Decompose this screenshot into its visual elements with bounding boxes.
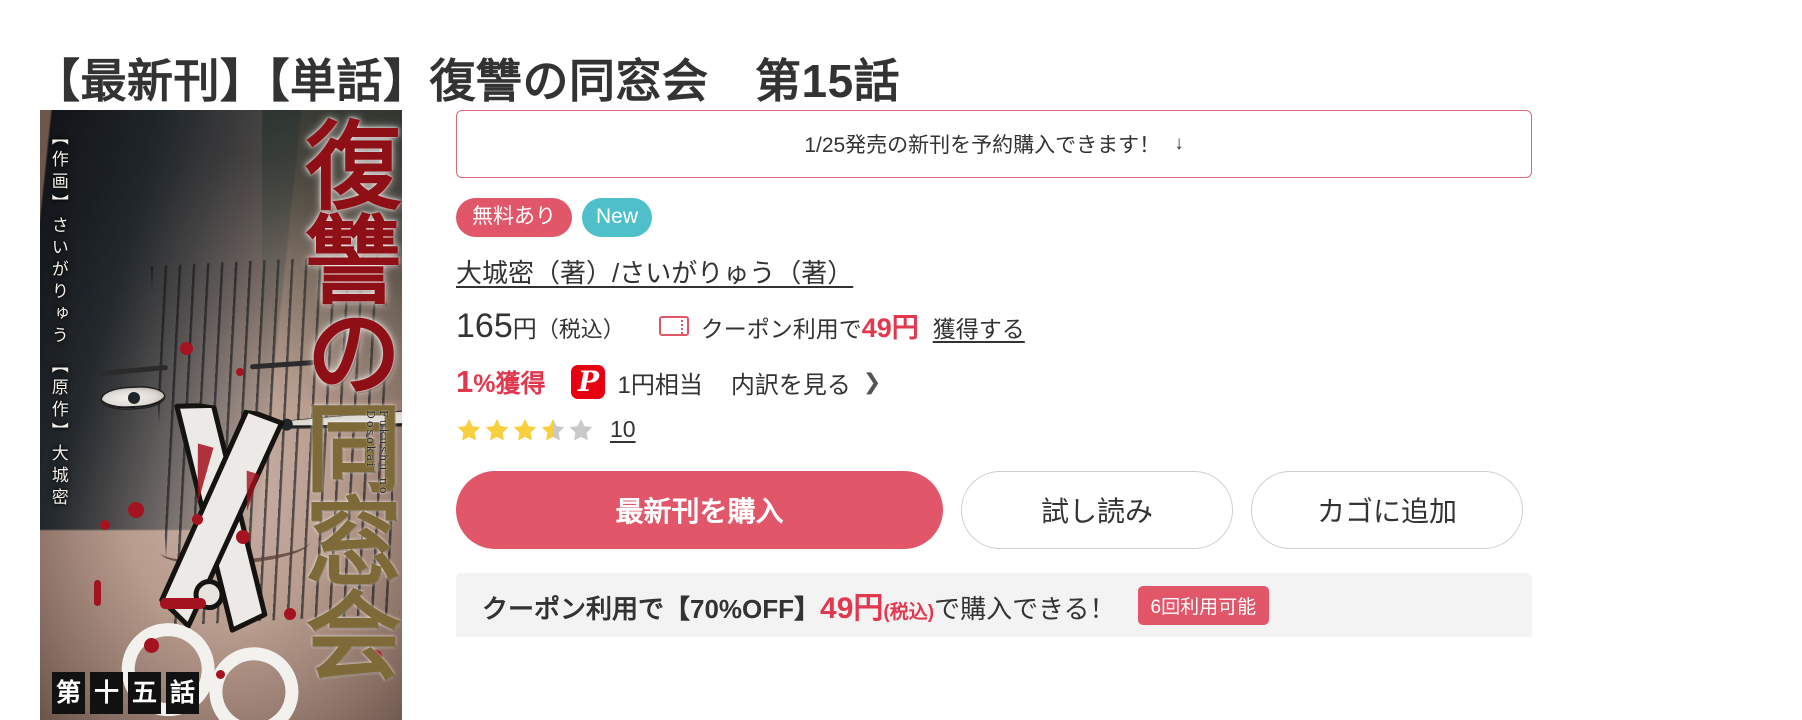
points-percent: 1%獲得 <box>456 364 546 399</box>
star-icon-full <box>513 418 537 441</box>
book-cover-image[interactable]: 復讐の同窓会 Fukushu no Dosokai 【原作】大城密 【作画】さい… <box>40 110 402 720</box>
page-title: 【最新刊】【単話】復讐の同窓会 第15話 <box>34 54 901 107</box>
cover-episode-char: 話 <box>166 672 199 714</box>
points-row: 1%獲得 1円相当 内訳を見る ❯ <box>456 364 1766 400</box>
cover-blood-dot <box>144 638 159 653</box>
cover-episode-char: 第 <box>52 672 85 714</box>
coupon-usage-badge: 6回利用可能 <box>1137 585 1270 625</box>
cover-title-text: 復讐の同窓会 <box>289 116 402 680</box>
points-breakdown-link[interactable]: 内訳を見る <box>731 365 851 400</box>
product-detail-page: 【最新刊】【単話】復讐の同窓会 第15話 復讐の同窓会 Fukushu no D… <box>0 0 1802 720</box>
star-rating <box>456 417 594 443</box>
cover-credit-art: 【作画】さいがりゅう <box>47 128 68 348</box>
cover-blood-smear <box>160 598 206 609</box>
rating-row[interactable]: 10 <box>456 416 1766 443</box>
badge-new: New <box>582 198 653 237</box>
cover-romaji-text: Fukushu no Dosokai <box>364 410 390 496</box>
price-row: 165円（税込） クーポン利用で 49円 獲得する <box>456 306 1766 346</box>
coupon-promo-banner[interactable]: クーポン利用で【70%OFF】49円(税込)で購入できる！ 6回利用可能 <box>456 573 1532 637</box>
cover-episode-char: 五 <box>128 672 161 714</box>
cover-blood-dot <box>100 520 110 530</box>
product-info-column: 1/25発売の新刊を予約購入できます！ ↓ 無料あり New 大城密（著）/さい… <box>456 110 1766 637</box>
chevron-right-icon: ❯ <box>862 369 882 394</box>
arrow-down-icon: ↓ <box>1174 133 1184 154</box>
coupon-price: 49円 <box>861 313 919 343</box>
preorder-notice-banner[interactable]: 1/25発売の新刊を予約購入できます！ ↓ <box>456 110 1532 178</box>
paypay-icon <box>571 364 606 399</box>
action-button-group: 最新刊を購入 試し読み カゴに追加 <box>456 471 1766 549</box>
badge-list: 無料あり New <box>456 198 1766 237</box>
preorder-notice-text: 1/25発売の新刊を予約購入できます！ <box>804 134 1161 157</box>
buy-latest-button[interactable]: 最新刊を購入 <box>456 471 943 549</box>
rating-count-link[interactable]: 10 <box>610 416 636 443</box>
price-amount: 165円（税込） <box>456 307 625 345</box>
cover-blood-drip <box>94 580 101 606</box>
cover-blood-dot <box>216 670 225 679</box>
star-icon-half <box>541 418 565 441</box>
star-icon-full <box>457 418 481 441</box>
trial-read-button[interactable]: 試し読み <box>961 471 1233 549</box>
cover-blood-dot <box>128 502 144 518</box>
coupon-ticket-icon <box>658 316 689 336</box>
authors-link[interactable]: 大城密（著）/さいがりゅう（著） <box>456 253 853 290</box>
add-to-cart-button[interactable]: カゴに追加 <box>1251 471 1523 549</box>
star-icon-empty <box>569 418 593 441</box>
coupon-label: クーポン利用で <box>700 316 862 342</box>
points-equivalent: 1円相当 <box>617 371 703 399</box>
cover-episode-char: 十 <box>90 672 123 714</box>
cover-credit-original: 【原作】大城密 <box>47 356 68 510</box>
coupon-acquire-link[interactable]: 獲得する <box>933 310 1025 344</box>
star-icon-full <box>485 418 509 441</box>
cover-credits: 【原作】大城密 【作画】さいがりゅう <box>47 128 68 510</box>
coupon-promo-text: クーポン利用で【70%OFF】49円(税込)で購入できる！ <box>482 592 1116 625</box>
cover-episode-label: 第 十 五 話 <box>52 672 199 714</box>
badge-free: 無料あり <box>456 198 572 237</box>
